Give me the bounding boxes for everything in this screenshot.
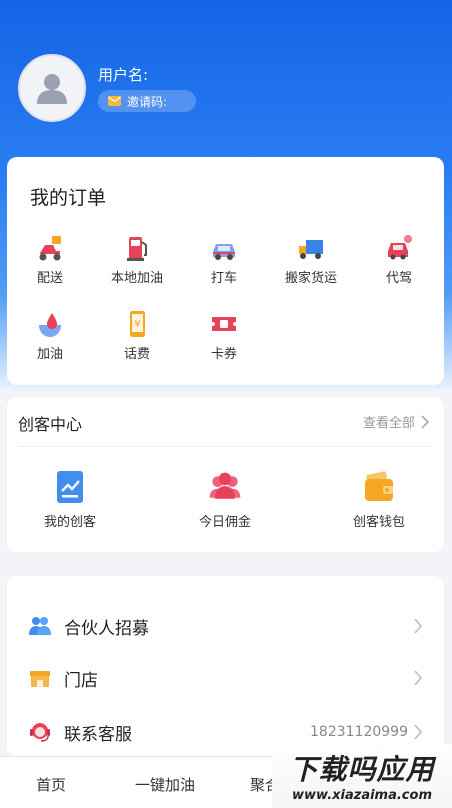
divider bbox=[18, 446, 433, 447]
username-label: 用户名: bbox=[98, 66, 149, 84]
invite-code-label: 邀请码: bbox=[127, 94, 168, 109]
today-commission-button[interactable]: 今日佣金 bbox=[180, 469, 270, 530]
menu-row-partner-recruit[interactable]: 合伙人招募 bbox=[7, 606, 444, 646]
menu-row-label: 门店 bbox=[64, 670, 98, 691]
order-item-label: 本地加油 bbox=[110, 271, 163, 286]
fuel-pump-icon bbox=[127, 237, 147, 261]
user-silhouette-icon bbox=[37, 74, 67, 104]
view-all-label: 查看全部 bbox=[362, 416, 415, 431]
fuel-drop-icon bbox=[39, 313, 61, 337]
menu-list-card: 合伙人招募 门店 联系客服 18231120999 bbox=[7, 576, 444, 756]
store-icon bbox=[30, 671, 50, 687]
chevron-right-icon bbox=[414, 618, 423, 634]
order-moving-freight[interactable]: 搬家货运 bbox=[281, 233, 341, 286]
tab-home[interactable]: 首页 bbox=[36, 774, 66, 795]
order-item-label: 加油 bbox=[36, 347, 63, 362]
moving-truck-icon bbox=[299, 240, 323, 259]
envelope-icon bbox=[108, 96, 121, 106]
order-coupon[interactable]: 卡券 bbox=[194, 309, 254, 362]
chevron-right-icon bbox=[414, 670, 423, 686]
order-item-label: 卡券 bbox=[210, 347, 237, 362]
svg-text:¥: ¥ bbox=[134, 319, 140, 330]
people-group-icon bbox=[209, 472, 241, 499]
watermark-url: www.xiazaima.com bbox=[292, 788, 432, 803]
order-item-label: 打车 bbox=[210, 271, 237, 286]
avatar[interactable] bbox=[18, 54, 86, 122]
chart-document-icon bbox=[57, 471, 83, 503]
creator-item-label: 今日佣金 bbox=[198, 515, 251, 530]
my-creator-button[interactable]: 我的创客 bbox=[25, 469, 115, 530]
service-phone-number[interactable]: 18231120999 bbox=[310, 724, 408, 740]
chevron-right-icon bbox=[421, 414, 430, 429]
delivery-scooter-icon bbox=[39, 236, 61, 261]
order-item-label: 搬家货运 bbox=[284, 271, 337, 286]
order-phone-bill[interactable]: ¥ 话费 bbox=[107, 309, 167, 362]
creator-center-title: 创客中心 bbox=[18, 415, 83, 434]
menu-row-store[interactable]: 门店 bbox=[7, 658, 444, 698]
my-orders-card: 我的订单 配送 本地加油 打车 搬家货运 代驾 加油 ¥ 话费 卡券 bbox=[7, 157, 444, 385]
order-item-label: 配送 bbox=[36, 271, 63, 286]
coupon-icon bbox=[212, 317, 236, 331]
my-orders-title: 我的订单 bbox=[30, 187, 107, 209]
view-all-link[interactable]: 查看全部 bbox=[363, 412, 431, 431]
order-taxi[interactable]: 打车 bbox=[194, 233, 254, 286]
order-fuel[interactable]: 加油 bbox=[20, 309, 80, 362]
customer-service-icon bbox=[30, 723, 50, 742]
order-local-fuel[interactable]: 本地加油 bbox=[107, 233, 167, 286]
creator-item-label: 创客钱包 bbox=[352, 515, 405, 530]
creator-wallet-button[interactable]: 创客钱包 bbox=[334, 469, 424, 530]
order-delivery[interactable]: 配送 bbox=[20, 233, 80, 286]
site-watermark: 下载吗应用 www.xiazaima.com bbox=[272, 744, 452, 808]
phone-bill-icon: ¥ bbox=[130, 311, 145, 337]
order-item-label: 代驾 bbox=[385, 271, 412, 286]
chevron-right-icon bbox=[414, 724, 423, 740]
invite-code-badge[interactable]: 邀请码: bbox=[98, 90, 196, 112]
wallet-icon bbox=[365, 471, 393, 501]
menu-row-label: 联系客服 bbox=[64, 724, 132, 745]
menu-row-label: 合伙人招募 bbox=[64, 618, 149, 639]
order-designated-driver[interactable]: 代驾 bbox=[369, 233, 429, 286]
watermark-title: 下载吗应用 bbox=[289, 753, 435, 786]
tab-one-click-fuel[interactable]: 一键加油 bbox=[135, 774, 195, 795]
creator-item-label: 我的创客 bbox=[43, 515, 96, 530]
designated-driver-icon bbox=[388, 235, 412, 260]
order-item-label: 话费 bbox=[123, 347, 150, 362]
taxi-car-icon bbox=[213, 244, 235, 260]
creator-center-card: 创客中心 查看全部 我的创客 今日佣金 创客钱包 bbox=[7, 397, 444, 552]
partner-recruit-icon bbox=[29, 617, 51, 635]
